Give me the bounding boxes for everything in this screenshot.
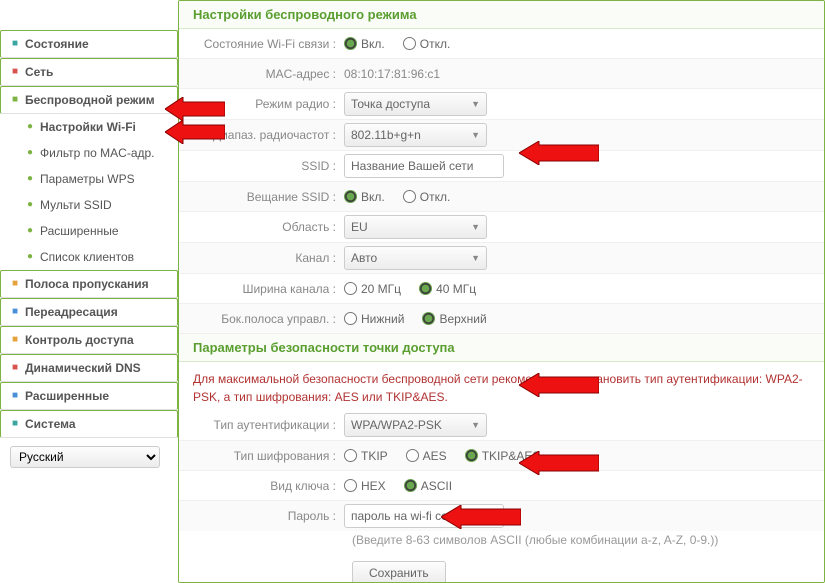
sideband-upper[interactable]: Верхний <box>422 312 486 326</box>
sidebar-item[interactable]: ■ Переадресация <box>0 298 178 326</box>
sidebar-item-label: Расширенные <box>40 224 119 238</box>
language-select[interactable]: Русский <box>10 446 160 468</box>
sideband-lower[interactable]: Нижний <box>344 312 404 326</box>
key-hex[interactable]: HEX <box>344 479 386 493</box>
sidebar-item-label: Мульти SSID <box>40 198 112 212</box>
label-ssid: SSID : <box>179 159 344 173</box>
select-channel[interactable]: Авто ▼ <box>344 246 487 270</box>
label-enc: Тип шифрования : <box>179 449 344 463</box>
chevron-down-icon: ▼ <box>471 253 480 263</box>
bullet-icon: ● <box>26 253 34 261</box>
sidebar-item-label: Переадресация <box>25 305 118 319</box>
select-band[interactable]: 802.11b+g+n ▼ <box>344 123 487 147</box>
label-sideband: Бок.полоса управл. : <box>179 312 344 326</box>
sidebar-item-label: Параметры WPS <box>40 172 135 186</box>
label-band: Диапаз. радиочастот : <box>179 128 344 142</box>
label-region: Область : <box>179 220 344 234</box>
bullet-icon: ● <box>26 227 34 235</box>
bullet-icon: ■ <box>11 68 19 76</box>
bullet-icon: ■ <box>11 336 19 344</box>
bullet-icon: ■ <box>11 420 19 428</box>
sidebar-item-label: Расширенные <box>25 389 109 403</box>
sidebar-item[interactable]: ■ Расширенные <box>0 382 178 410</box>
bullet-icon: ● <box>26 201 34 209</box>
key-ascii[interactable]: ASCII <box>404 479 452 493</box>
sidebar-item-label: Фильтр по MAC-адр. <box>40 146 155 160</box>
label-wifi-state: Состояние Wi-Fi связи : <box>179 37 344 51</box>
chevron-down-icon: ▼ <box>471 222 480 232</box>
sidebar-item-label: Список клиентов <box>40 250 134 264</box>
sidebar-item[interactable]: ■ Сеть <box>0 58 178 86</box>
enc-tkipaes[interactable]: TKIP&AES <box>465 449 541 463</box>
sidebar-item-label: Полоса пропускания <box>25 277 149 291</box>
sidebar-subitem[interactable]: ● Настройки Wi-Fi <box>0 114 178 140</box>
section-wireless-title: Настройки беспроводного режима <box>179 1 824 29</box>
sidebar-item[interactable]: ■ Беспроводной режим <box>0 86 178 114</box>
save-button[interactable]: Сохранить <box>352 561 446 583</box>
input-password[interactable] <box>344 504 504 528</box>
label-key-type: Вид ключа : <box>179 479 344 493</box>
sidebar-item[interactable]: ■ Полоса пропускания <box>0 270 178 298</box>
bullet-icon: ■ <box>11 280 19 288</box>
sidebar-item[interactable]: ■ Контроль доступа <box>0 326 178 354</box>
enc-tkip[interactable]: TKIP <box>344 449 388 463</box>
label-mac: MAC-адрес : <box>179 67 344 81</box>
sidebar-subitem[interactable]: ● Фильтр по MAC-адр. <box>0 140 178 166</box>
sidebar-item-label: Сеть <box>25 65 53 79</box>
value-mac: 08:10:17:81:96:c1 <box>344 64 824 84</box>
main-panel: Настройки беспроводного режима Состояние… <box>178 0 825 583</box>
bullet-icon: ■ <box>11 96 19 104</box>
bullet-icon: ■ <box>11 364 19 372</box>
input-ssid[interactable] <box>344 154 504 178</box>
bullet-icon: ● <box>26 149 34 157</box>
broadcast-on[interactable]: Вкл. <box>344 190 385 204</box>
chevron-down-icon: ▼ <box>471 99 480 109</box>
sidebar-subitem[interactable]: ● Список клиентов <box>0 244 178 270</box>
sidebar-item-label: Система <box>25 417 76 431</box>
sidebar-item[interactable]: ■ Состояние <box>0 30 178 58</box>
chevron-down-icon: ▼ <box>471 420 480 430</box>
label-radio-mode: Режим радио : <box>179 97 344 111</box>
sidebar: ■ Состояние ■ Сеть ■ Беспроводной режим ● Настр… <box>0 0 178 583</box>
label-channel: Канал : <box>179 251 344 265</box>
security-note: Для максимальной безопасности беспроводн… <box>179 362 824 410</box>
bullet-icon: ● <box>26 123 34 131</box>
label-password: Пароль : <box>179 509 344 523</box>
bullet-icon: ■ <box>11 392 19 400</box>
label-broadcast: Вещание SSID : <box>179 190 344 204</box>
label-auth: Тип аутентификации : <box>179 418 344 432</box>
sidebar-item-label: Контроль доступа <box>25 333 134 347</box>
bullet-icon: ■ <box>11 40 19 48</box>
sidebar-item-label: Настройки Wi-Fi <box>40 120 136 134</box>
label-width: Ширина канала : <box>179 282 344 296</box>
bullet-icon: ● <box>26 175 34 183</box>
sidebar-item[interactable]: ■ Динамический DNS <box>0 354 178 382</box>
sidebar-subitem[interactable]: ● Параметры WPS <box>0 166 178 192</box>
wifi-state-off[interactable]: Откл. <box>403 37 451 51</box>
wifi-state-on[interactable]: Вкл. <box>344 37 385 51</box>
bullet-icon: ■ <box>11 308 19 316</box>
enc-aes[interactable]: AES <box>406 449 447 463</box>
section-security-title: Параметры безопасности точки доступа <box>179 334 824 362</box>
sidebar-item-label: Беспроводной режим <box>25 93 155 107</box>
width-40[interactable]: 40 МГц <box>419 282 476 296</box>
select-region[interactable]: EU ▼ <box>344 215 487 239</box>
broadcast-off[interactable]: Откл. <box>403 190 451 204</box>
password-hint: (Введите 8-63 символов ASCII (любые комб… <box>179 531 824 555</box>
sidebar-item-label: Состояние <box>25 37 89 51</box>
select-radio-mode[interactable]: Точка доступа ▼ <box>344 92 487 116</box>
sidebar-subitem[interactable]: ● Расширенные <box>0 218 178 244</box>
select-auth[interactable]: WPA/WPA2-PSK ▼ <box>344 413 487 437</box>
sidebar-item-label: Динамический DNS <box>25 361 141 375</box>
chevron-down-icon: ▼ <box>471 130 480 140</box>
sidebar-subitem[interactable]: ● Мульти SSID <box>0 192 178 218</box>
sidebar-item[interactable]: ■ Система <box>0 410 178 438</box>
width-20[interactable]: 20 МГц <box>344 282 401 296</box>
